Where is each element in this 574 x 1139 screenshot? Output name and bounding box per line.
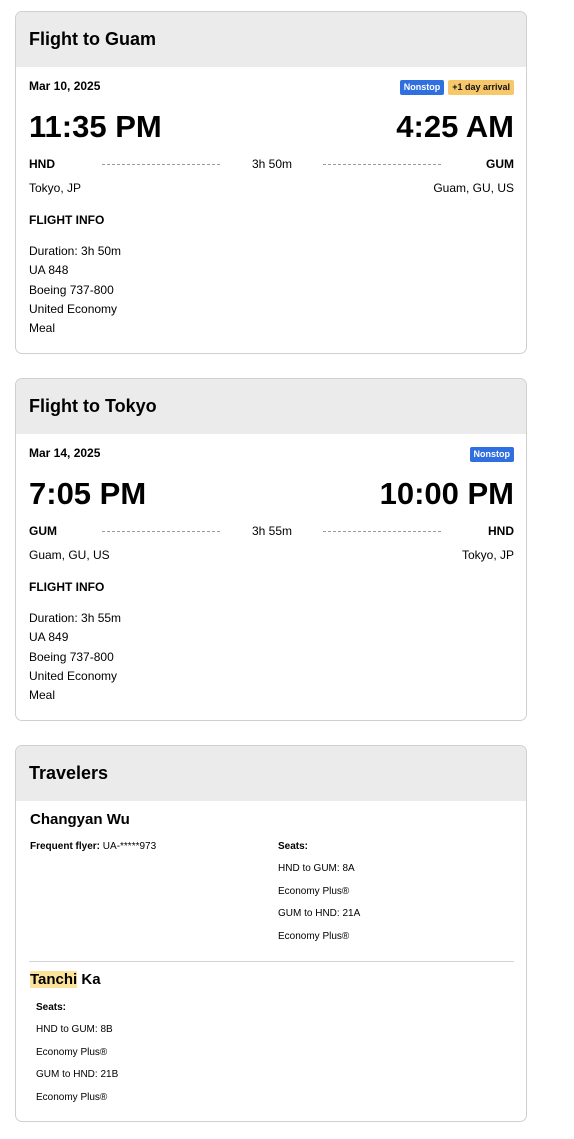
route-line-right [323,531,441,532]
nonstop-badge: Nonstop [469,447,514,462]
traveler-name: Tanchi Ka [30,971,101,988]
flight-card-title: Flight to Guam [16,12,526,67]
flight-info-number: UA 848 [29,263,69,278]
flight-date: Mar 14, 2025 [29,446,101,460]
traveler-name: Changyan Wu [30,811,130,828]
seat-assignment: HND to GUM: 8B [36,1024,113,1035]
next-day-arrival-badge: +1 day arrival [448,80,514,95]
destination-city: Guam, GU, US [433,181,514,195]
seats-label: Seats: [278,841,309,852]
arrival-time: 10:00 PM [379,476,514,511]
nonstop-badge: Nonstop [399,80,445,95]
flight-card-guam: Flight to Guam Mar 10, 2025 Nonstop +1 d… [15,11,527,354]
traveler-first-name: Changyan [30,811,103,828]
flight-info-number: UA 849 [29,630,69,645]
flight-info-aircraft: Boeing 737-800 [29,282,114,297]
seat-assignment: HND to GUM: 8A [278,863,355,874]
departure-time: 7:05 PM [29,476,147,511]
destination-airport-code: GUM [486,157,514,171]
flight-info-duration: Duration: 3h 55m [29,611,122,625]
origin-airport-code: GUM [29,524,57,538]
travelers-title: Travelers [16,746,526,801]
route-line-right [323,164,441,165]
origin-city: Tokyo, JP [29,181,82,195]
travelers-card: Travelers Changyan Wu Frequent flyer: UA… [15,745,527,1122]
frequent-flyer-label: Frequent flyer: [30,841,101,852]
flight-info-duration: Duration: 3h 50m [29,244,122,258]
traveler-first-name: Tanchi [30,971,78,988]
flight-info-heading: FLIGHT INFO [29,213,105,227]
flight-info-meal: Meal [29,321,56,336]
arrival-time: 4:25 AM [396,109,514,144]
flight-duration: 3h 55m [251,524,293,538]
departure-time: 11:35 PM [29,109,162,144]
flight-card-title: Flight to Tokyo [16,379,526,434]
flight-info-cabin: United Economy [29,301,118,316]
flight-info-aircraft: Boeing 737-800 [29,649,114,664]
frequent-flyer: Frequent flyer: UA-*****973 [30,841,156,852]
seat-assignment: GUM to HND: 21A [278,908,361,919]
seat-class: Economy Plus® [278,885,350,897]
origin-city: Guam, GU, US [29,548,110,562]
route-line-left [102,164,220,165]
flight-info-meal: Meal [29,688,56,703]
seats-block: Seats: HND to GUM: 8B Economy Plus® GUM … [36,1002,118,1109]
route-line-left [102,531,220,532]
flight-date: Mar 10, 2025 [29,79,101,93]
traveler-last-name: Ka [81,971,101,988]
seat-class: Economy Plus® [278,930,350,942]
seat-class: Economy Plus® [36,1046,108,1058]
destination-city: Tokyo, JP [461,548,514,562]
flight-card-tokyo: Flight to Tokyo Mar 14, 2025 Nonstop 7:0… [15,378,527,721]
seat-class: Economy Plus® [36,1091,108,1103]
flight-info-heading: FLIGHT INFO [29,580,105,594]
traveler-divider [29,961,514,962]
seats-label: Seats: [36,1002,67,1013]
origin-airport-code: HND [29,157,55,171]
flight-duration: 3h 50m [251,157,293,171]
frequent-flyer-number: UA-*****973 [102,841,157,852]
seat-assignment: GUM to HND: 21B [36,1069,119,1080]
flight-info-cabin: United Economy [29,668,118,683]
traveler-last-name: Wu [106,811,130,828]
destination-airport-code: HND [488,524,514,538]
seats-block: Seats: HND to GUM: 8A Economy Plus® GUM … [278,841,360,948]
